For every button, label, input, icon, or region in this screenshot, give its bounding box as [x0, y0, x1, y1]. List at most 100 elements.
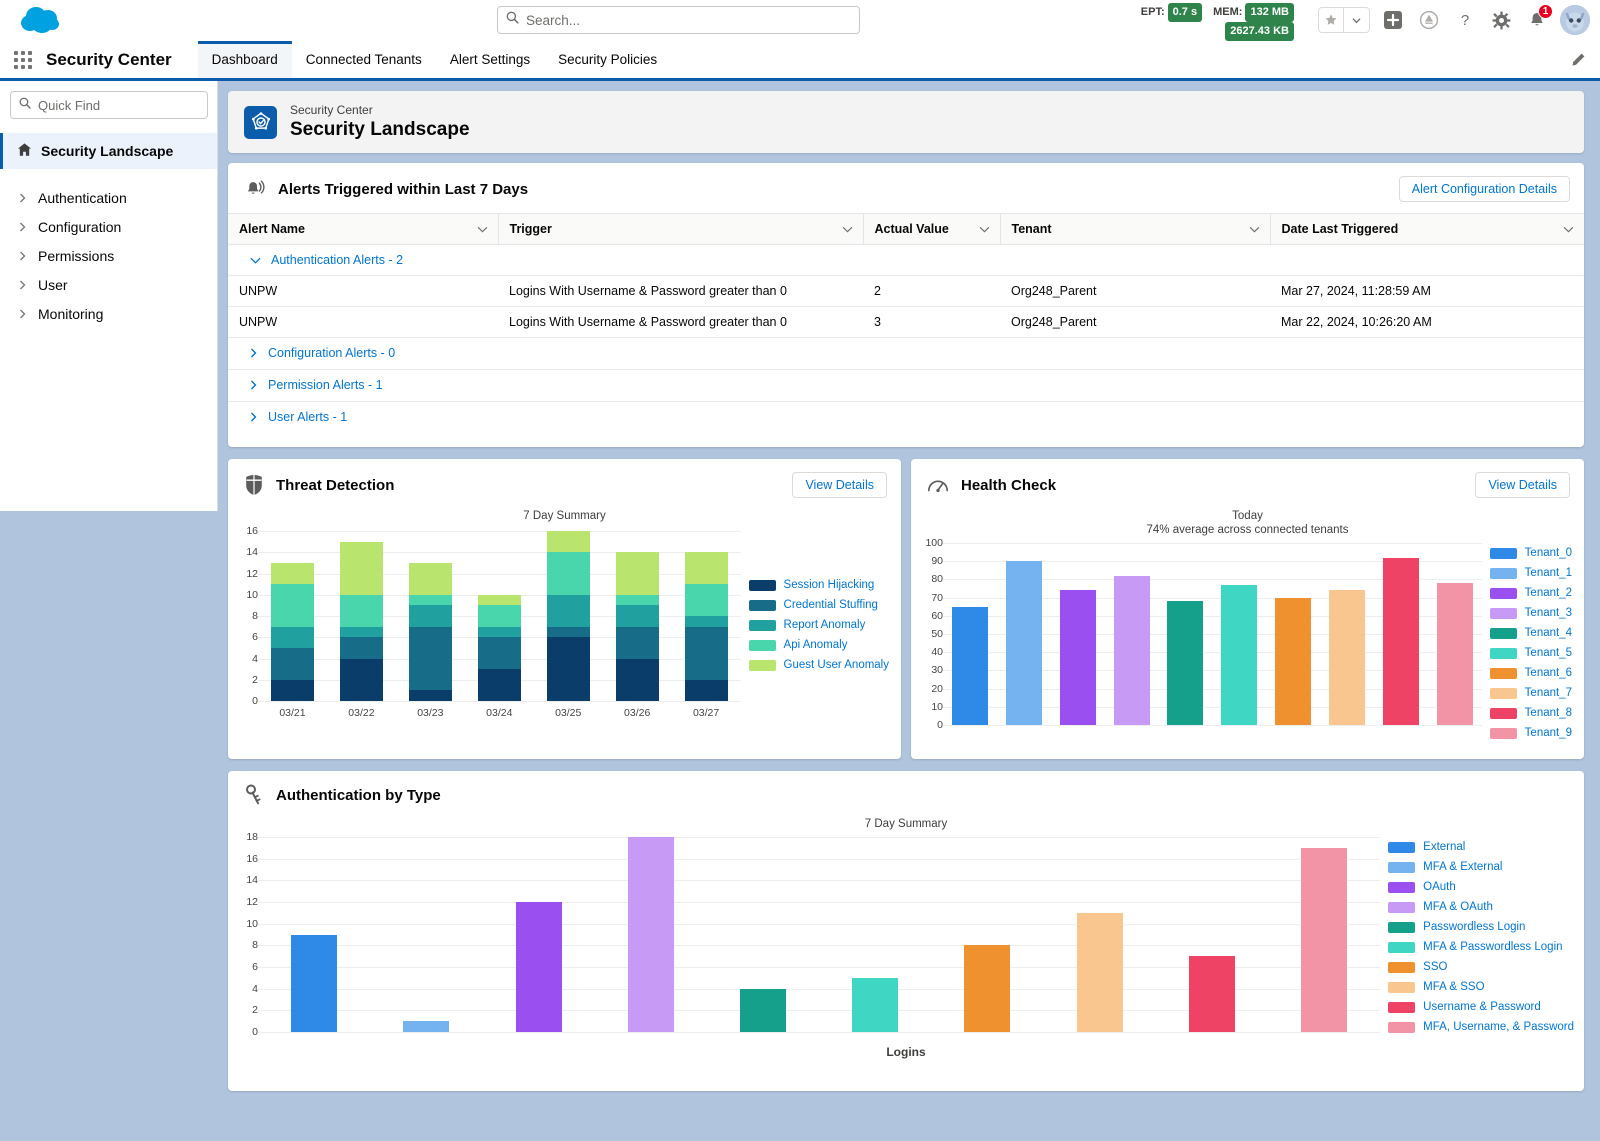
bar-segment[interactable] — [339, 594, 383, 627]
bar-segment[interactable] — [684, 626, 728, 680]
bar-segment[interactable] — [615, 658, 659, 701]
legend-item[interactable]: Report Anomaly — [748, 615, 889, 635]
sidebar-item-user[interactable]: User — [0, 270, 217, 299]
legend-item[interactable]: OAuth — [1388, 877, 1574, 897]
global-search[interactable] — [497, 6, 860, 34]
bar-segment[interactable] — [546, 594, 590, 627]
legend-item[interactable]: MFA, Username, & Password — [1388, 1017, 1574, 1037]
bar-segment[interactable] — [615, 605, 659, 627]
bar[interactable] — [1329, 590, 1366, 725]
alert-configuration-details-button[interactable]: Alert Configuration Details — [1398, 176, 1570, 202]
bar[interactable] — [627, 837, 674, 1032]
group-toggle-user-alerts[interactable]: User Alerts - 1 — [250, 410, 347, 424]
chevron-down-icon[interactable] — [1249, 222, 1260, 236]
bar[interactable] — [1059, 590, 1096, 725]
chevron-right-icon[interactable] — [250, 348, 258, 358]
bar-segment[interactable] — [408, 626, 452, 691]
bar[interactable] — [1436, 583, 1473, 725]
stacked-bar[interactable] — [615, 552, 659, 701]
cell-alert-name[interactable]: UNPW — [228, 275, 498, 307]
tab-security-policies[interactable]: Security Policies — [544, 41, 671, 78]
user-avatar[interactable] — [1560, 5, 1590, 35]
stacked-bar[interactable] — [270, 562, 314, 701]
bar-segment[interactable] — [270, 626, 314, 648]
legend-item[interactable]: External — [1388, 837, 1574, 857]
legend-item[interactable]: Tenant_0 — [1489, 543, 1572, 563]
edit-pencil-icon[interactable] — [1570, 52, 1586, 73]
bar[interactable] — [964, 945, 1011, 1032]
bar-segment[interactable] — [684, 679, 728, 701]
legend-item[interactable]: MFA & SSO — [1388, 977, 1574, 997]
cell-alert-name[interactable]: UNPW — [228, 306, 498, 338]
column-header-date-last-triggered[interactable]: Date Last Triggered — [1270, 213, 1584, 245]
sidebar-item-permissions[interactable]: Permissions — [0, 241, 217, 270]
column-header-alert-name[interactable]: Alert Name — [228, 213, 499, 245]
legend-item[interactable]: Tenant_4 — [1489, 623, 1572, 643]
chevron-down-icon[interactable] — [1563, 222, 1574, 236]
salesforce-cloud-logo[interactable] — [16, 3, 66, 37]
chevron-down-icon[interactable] — [842, 222, 853, 236]
legend-item[interactable]: Guest User Anomaly — [748, 655, 889, 675]
bar[interactable] — [1221, 584, 1258, 725]
search-input[interactable] — [526, 12, 851, 28]
sidebar-item-authentication[interactable]: Authentication — [0, 183, 217, 212]
bar-segment[interactable] — [477, 637, 521, 670]
tab-connected-tenants[interactable]: Connected Tenants — [292, 41, 436, 78]
bar[interactable] — [1275, 597, 1312, 725]
bar[interactable] — [951, 606, 988, 725]
add-plus-icon[interactable] — [1380, 7, 1406, 33]
favorite-star-icon[interactable] — [1318, 7, 1344, 33]
table-group-row[interactable]: Configuration Alerts - 0 — [228, 337, 1584, 370]
legend-item[interactable]: Credential Stuffing — [748, 595, 889, 615]
bar[interactable] — [515, 902, 562, 1032]
bar-segment[interactable] — [270, 584, 314, 627]
bar-segment[interactable] — [339, 658, 383, 701]
tab-dashboard[interactable]: Dashboard — [197, 41, 292, 78]
legend-item[interactable]: MFA & OAuth — [1388, 897, 1574, 917]
legend-item[interactable]: MFA & Passwordless Login — [1388, 937, 1574, 957]
table-row[interactable]: UNPW Logins With Username & Password gre… — [228, 275, 1584, 307]
bar-segment[interactable] — [270, 679, 314, 701]
stacked-bar[interactable] — [684, 552, 728, 701]
group-toggle-configuration-alerts[interactable]: Configuration Alerts - 0 — [250, 346, 395, 360]
bar-segment[interactable] — [477, 626, 521, 638]
bar-segment[interactable] — [339, 637, 383, 659]
help-question-icon[interactable]: ? — [1452, 7, 1478, 33]
column-header-tenant[interactable]: Tenant — [1000, 213, 1271, 245]
notifications-bell-icon[interactable]: 1 — [1524, 4, 1553, 33]
bar[interactable] — [852, 977, 899, 1032]
legend-item[interactable]: Api Anomaly — [748, 635, 889, 655]
bar-segment[interactable] — [339, 541, 383, 595]
quick-find-box[interactable] — [10, 91, 208, 119]
sidebar-item-monitoring[interactable]: Monitoring — [0, 299, 217, 328]
setup-gear-icon[interactable] — [1488, 7, 1514, 33]
chevron-right-icon[interactable] — [250, 412, 258, 422]
bar-segment[interactable] — [477, 605, 521, 627]
bar[interactable] — [1167, 601, 1204, 725]
bar-segment[interactable] — [270, 647, 314, 680]
legend-item[interactable]: Username & Password — [1388, 997, 1574, 1017]
bar-segment[interactable] — [546, 637, 590, 701]
group-toggle-authentication-alerts[interactable]: Authentication Alerts - 2 — [250, 253, 403, 267]
bar-segment[interactable] — [408, 690, 452, 701]
table-row[interactable]: UNPW Logins With Username & Password gre… — [228, 306, 1584, 338]
chevron-down-icon[interactable] — [477, 222, 488, 236]
bar[interactable] — [739, 988, 786, 1032]
legend-item[interactable]: Tenant_3 — [1489, 603, 1572, 623]
legend-item[interactable]: Passwordless Login — [1388, 917, 1574, 937]
legend-item[interactable]: Tenant_1 — [1489, 563, 1572, 583]
bar-segment[interactable] — [339, 626, 383, 638]
optimizer-icon[interactable] — [1416, 7, 1442, 33]
legend-item[interactable]: Tenant_5 — [1489, 643, 1572, 663]
bar[interactable] — [403, 1021, 450, 1032]
bar-segment[interactable] — [546, 531, 590, 553]
bar-segment[interactable] — [477, 669, 521, 701]
legend-item[interactable]: MFA & External — [1388, 857, 1574, 877]
table-group-row[interactable]: Permission Alerts - 1 — [228, 369, 1584, 402]
threat-detection-view-details-button[interactable]: View Details — [792, 472, 887, 498]
stacked-bar[interactable] — [477, 594, 521, 701]
bar-segment[interactable] — [546, 626, 590, 638]
bar[interactable] — [1188, 956, 1235, 1032]
stacked-bar[interactable] — [546, 531, 590, 701]
bar-segment[interactable] — [615, 552, 659, 595]
